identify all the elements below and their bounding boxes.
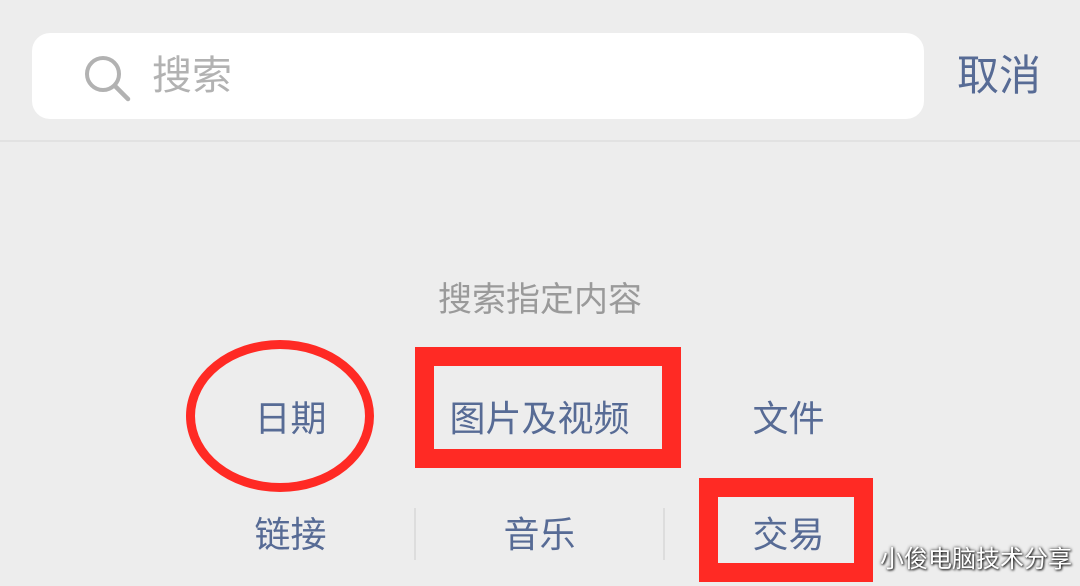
category-music[interactable]: 音乐 — [415, 508, 664, 564]
section-title: 搜索指定内容 — [438, 280, 642, 320]
annotation-box-transactions — [699, 478, 873, 582]
category-links[interactable]: 链接 — [166, 508, 415, 564]
annotation-circle-date — [186, 340, 374, 492]
search-input[interactable]: 搜索 — [32, 33, 924, 119]
header-divider — [0, 140, 1080, 142]
search-bar: 搜索 取消 — [0, 0, 1080, 140]
cancel-button[interactable]: 取消 — [957, 33, 1041, 119]
search-icon — [85, 56, 131, 102]
search-placeholder: 搜索 — [152, 53, 232, 99]
annotation-box-images-videos — [415, 347, 681, 468]
watermark: 小俊电脑技术分享 — [880, 545, 1072, 573]
category-files[interactable]: 文件 — [664, 392, 913, 448]
